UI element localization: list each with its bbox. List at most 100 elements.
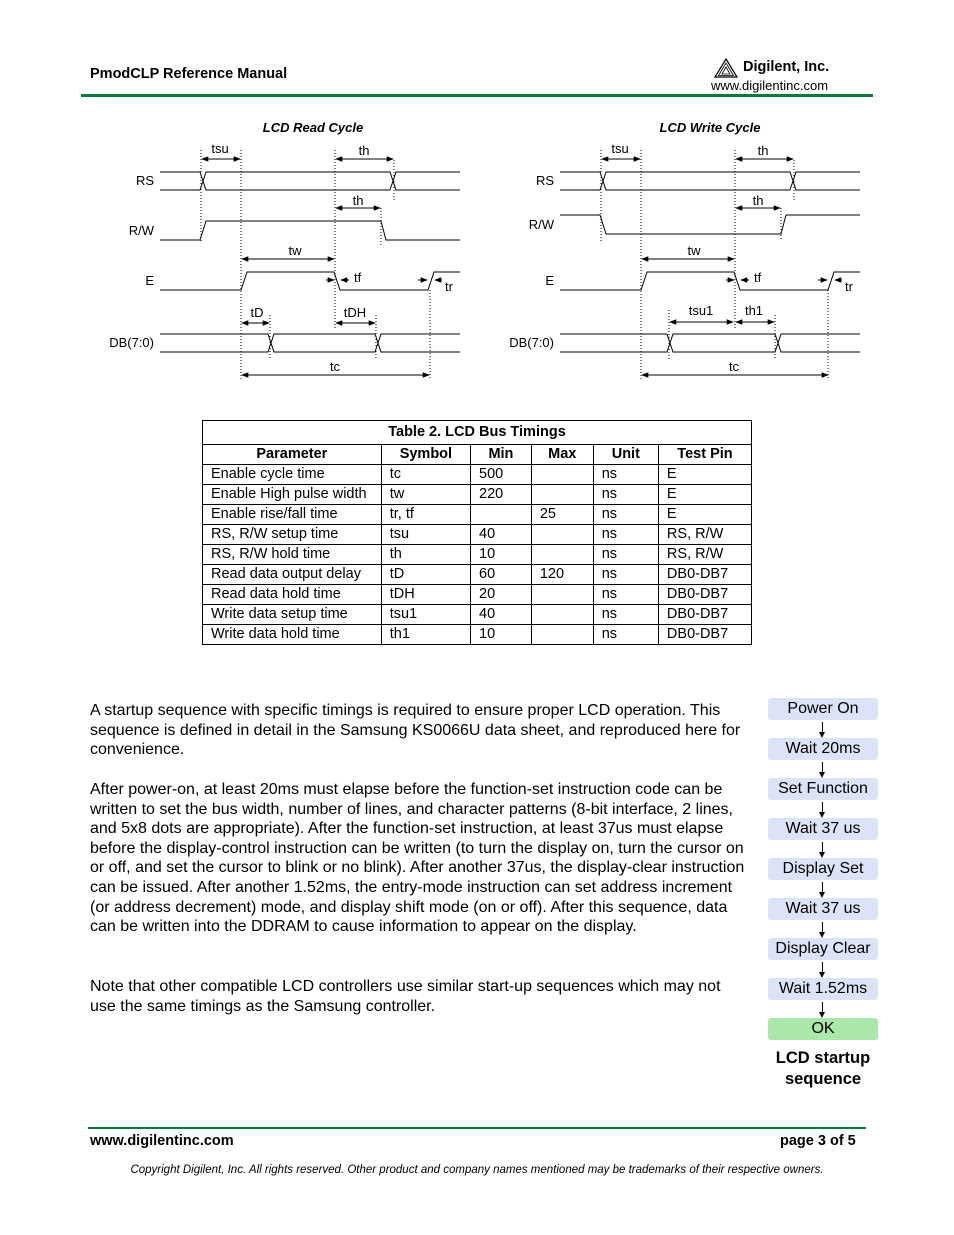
tc-label: tc xyxy=(729,359,740,374)
column-header: Min xyxy=(470,444,532,465)
table-row: Write data setup time tsu1 40 ns DB0-DB7 xyxy=(202,604,753,625)
paragraph-note: Note that other compatible LCD controlle… xyxy=(90,978,721,1015)
table-row: Enable cycle time tc 500 ns E xyxy=(202,464,753,485)
table-cell: 40 xyxy=(470,524,532,545)
table-cell: DB0-DB7 xyxy=(657,604,753,625)
signal-label-db: DB(7:0) xyxy=(509,335,554,350)
rw-waveform xyxy=(160,220,460,241)
table-cell: E xyxy=(657,464,753,485)
tw-label: tw xyxy=(289,243,303,258)
signal-label-e: E xyxy=(145,273,154,288)
flow-arrow-down-icon xyxy=(819,962,825,978)
table-cell: tr, tf xyxy=(380,504,472,525)
td-label: tD xyxy=(251,305,264,320)
table-cell: th xyxy=(380,544,472,565)
table-cell: tsu xyxy=(380,524,472,545)
signal-label-rs: RS xyxy=(536,173,554,188)
paragraph-intro: A startup sequence with specific timings… xyxy=(90,702,741,759)
tf-label: tf xyxy=(354,270,362,285)
rs-waveform xyxy=(560,171,860,191)
tr-label: tr xyxy=(445,279,454,294)
flowchart-step: Display Clear xyxy=(768,938,878,960)
flow-arrow-down-icon xyxy=(819,1002,825,1018)
table-cell: tD xyxy=(380,564,472,585)
table-cell xyxy=(530,624,594,645)
e-waveform xyxy=(560,271,860,291)
flowchart-step: Set Function xyxy=(768,778,878,800)
table-cell: DB0-DB7 xyxy=(657,564,753,585)
table-cell: Enable rise/fall time xyxy=(202,504,382,525)
signal-label-rw: R/W xyxy=(129,223,155,238)
table-cell: 60 xyxy=(470,564,532,585)
flowchart-step: Display Set xyxy=(768,858,878,880)
diagram-title: LCD Write Cycle xyxy=(660,120,761,135)
table-row: Write data hold time th1 10 ns DB0-DB7 xyxy=(202,624,753,645)
table-cell: 10 xyxy=(470,624,532,645)
header-rule xyxy=(81,94,873,97)
table-cell: tc xyxy=(380,464,472,485)
table-cell: RS, R/W xyxy=(657,524,753,545)
table-row: Read data hold time tDH 20 ns DB0-DB7 xyxy=(202,584,753,605)
table-cell: th1 xyxy=(380,624,472,645)
th1-label: th1 xyxy=(745,303,763,318)
th-rs-label: th xyxy=(359,143,370,158)
table-cell: Enable High pulse width xyxy=(202,484,382,505)
tdh-label: tDH xyxy=(344,305,366,320)
column-header: Max xyxy=(530,444,594,465)
table-header-row: Parameter Symbol Min Max Unit Test Pin xyxy=(202,444,753,465)
table-row: Enable High pulse width tw 220 ns E xyxy=(202,484,753,505)
table-cell: tw xyxy=(380,484,472,505)
guide-lines xyxy=(600,150,829,380)
rs-waveform xyxy=(160,171,460,191)
table-row: Read data output delay tD 60 120 ns DB0-DB7 xyxy=(202,564,753,585)
table-cell: 220 xyxy=(470,484,532,505)
tsu-label: tsu xyxy=(211,141,228,156)
table-cell: Read data output delay xyxy=(202,564,382,585)
table-cell: Read data hold time xyxy=(202,584,382,605)
header-url[interactable]: www.digilentinc.com xyxy=(711,78,828,93)
flow-arrow-down-icon xyxy=(819,802,825,818)
table-cell: 20 xyxy=(470,584,532,605)
table-cell: ns xyxy=(592,584,659,605)
table-cell: RS, R/W xyxy=(657,544,753,565)
table-cell: ns xyxy=(592,564,659,585)
table-cell xyxy=(530,484,594,505)
table-cell: ns xyxy=(592,524,659,545)
th-rs-label: th xyxy=(758,143,769,158)
flowchart-step: Wait 1.52ms xyxy=(768,978,878,1000)
table-cell: RS, R/W hold time xyxy=(202,544,382,565)
signal-label-e: E xyxy=(545,273,554,288)
lcd-bus-timings-table: Table 2. LCD Bus Timings Parameter Symbol… xyxy=(202,420,753,645)
flowchart-step: OK xyxy=(768,1018,878,1040)
flow-arrow-down-icon xyxy=(819,842,825,858)
column-header: Test Pin xyxy=(657,444,753,465)
signal-label-db: DB(7:0) xyxy=(109,335,154,350)
table-cell: ns xyxy=(592,544,659,565)
table-cell: 25 xyxy=(530,504,594,525)
column-header: Parameter xyxy=(202,444,382,465)
tf-label: tf xyxy=(754,270,762,285)
table-cell xyxy=(530,524,594,545)
table-cell: ns xyxy=(592,504,659,525)
db-waveform xyxy=(160,333,460,353)
table-cell: DB0-DB7 xyxy=(657,584,753,605)
footer-url[interactable]: www.digilentinc.com xyxy=(90,1133,234,1149)
table-caption: Table 2. LCD Bus Timings xyxy=(202,420,752,445)
table-cell: Enable cycle time xyxy=(202,464,382,485)
tsu-label: tsu xyxy=(611,141,628,156)
flow-arrow-down-icon xyxy=(819,922,825,938)
table-cell xyxy=(530,464,594,485)
table-cell: ns xyxy=(592,484,659,505)
doc-title: PmodCLP Reference Manual xyxy=(90,66,288,82)
tr-label: tr xyxy=(845,279,854,294)
table-cell: tDH xyxy=(380,584,472,605)
table-cell xyxy=(530,544,594,565)
table-cell: 120 xyxy=(530,564,594,585)
table-cell xyxy=(530,584,594,605)
document-page: PmodCLP Reference Manual Digilent, Inc. … xyxy=(0,0,954,1235)
table-cell: ns xyxy=(592,604,659,625)
table-row: RS, R/W hold time th 10 ns RS, R/W xyxy=(202,544,753,565)
signal-label-rs: RS xyxy=(136,173,154,188)
tc-label: tc xyxy=(330,359,341,374)
table-cell: RS, R/W setup time xyxy=(202,524,382,545)
